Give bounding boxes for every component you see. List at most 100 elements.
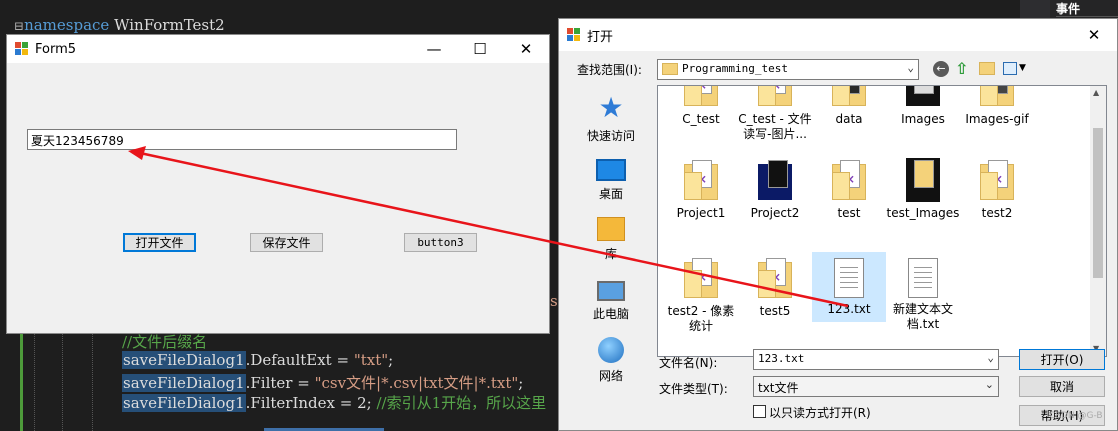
chevron-down-icon: ⌄ — [987, 351, 994, 364]
new-folder-icon[interactable] — [979, 62, 995, 75]
code-fragment: s — [550, 292, 558, 310]
computer-icon — [597, 281, 625, 301]
folder-item[interactable]: data — [812, 86, 886, 127]
folder-item[interactable]: ⨯ test2 — [960, 158, 1034, 221]
dialog-close-button[interactable]: ✕ — [1071, 21, 1117, 49]
code-text: .Filter = — [245, 374, 315, 392]
form5-window: Form5 — ☐ ✕ 夏天123456789 打开文件 保存文件 button… — [6, 34, 550, 334]
file-name: test — [837, 206, 861, 220]
folder-icon — [662, 63, 678, 75]
filetype-combo[interactable]: txt文件 ⌄ — [753, 376, 999, 397]
file-list-scrollbar[interactable]: ▲ ▼ — [1090, 86, 1106, 356]
folder-icon: ⨯ — [832, 158, 866, 202]
form-app-icon — [15, 42, 29, 56]
folder-item[interactable]: Images-gif — [960, 86, 1034, 127]
maximize-button[interactable]: ☐ — [457, 35, 503, 63]
filetype-value: txt文件 — [758, 381, 799, 395]
back-icon[interactable]: ← — [933, 61, 949, 77]
form5-titlebar: Form5 — ☐ ✕ — [7, 35, 549, 63]
file-name: Project2 — [750, 206, 800, 220]
place-this-pc[interactable]: 此电脑 — [569, 275, 653, 322]
events-tab[interactable]: 事件 — [1056, 0, 1080, 17]
panel-divider — [1056, 16, 1118, 17]
code-text: ; — [388, 351, 394, 369]
desktop-icon — [596, 159, 626, 181]
place-quick-access[interactable]: ★ 快速访问 — [569, 93, 653, 144]
file-name: C_test — [682, 112, 720, 126]
cancel-button[interactable]: 取消 — [1019, 376, 1105, 397]
file-name: Images — [901, 112, 945, 126]
close-button[interactable]: ✕ — [503, 35, 549, 63]
folder-item[interactable]: test_Images — [886, 158, 960, 221]
folder-icon: ⨯ — [684, 256, 718, 300]
folder-icon: ⨯ — [684, 158, 718, 202]
button3[interactable]: button3 — [404, 233, 477, 252]
folder-item[interactable]: ⨯ test5 — [738, 256, 812, 319]
file-name: test_Images — [886, 206, 960, 220]
open-button[interactable]: 打开(O) — [1019, 349, 1105, 370]
lookin-combo[interactable]: Programming_test ⌄ — [657, 59, 919, 80]
folder-item[interactable]: ⨯ C_test - 文件读写-图片... — [738, 86, 812, 142]
filename-value: 123.txt — [758, 352, 805, 365]
file-list[interactable]: ⨯ C_test ⨯ C_test - 文件读写-图片... data Imag… — [657, 85, 1107, 357]
file-name: test2 — [981, 206, 1013, 220]
view-menu-chevron-icon[interactable]: ▼ — [1019, 63, 1026, 73]
file-name: test2 - 像素统计 — [667, 304, 735, 333]
view-menu-icon[interactable] — [1003, 62, 1017, 75]
file-name: Images-gif — [965, 112, 1029, 126]
folder-item[interactable]: ⨯ test — [812, 158, 886, 221]
file-name: 新建文本文档.txt — [892, 302, 953, 331]
folder-item[interactable]: ⨯ test2 - 像素统计 — [664, 256, 738, 334]
code-identifier: saveFileDialog1 — [122, 351, 246, 369]
lookin-value: Programming_test — [682, 62, 788, 75]
filename-combo[interactable]: 123.txt ⌄ — [753, 349, 999, 370]
minimize-button[interactable]: — — [411, 35, 457, 63]
filetype-label: 文件类型(T): — [659, 382, 728, 396]
file-name: 123.txt — [827, 302, 871, 316]
folder-item[interactable]: ⨯ Project1 — [664, 158, 738, 221]
readonly-checkbox[interactable] — [753, 405, 766, 418]
readonly-label: 以只读方式打开(R) — [769, 406, 871, 420]
file-name: C_test - 文件读写-图片... — [738, 112, 812, 141]
folder-icon: ⨯ — [980, 158, 1014, 202]
change-bar — [20, 334, 23, 431]
folder-item[interactable]: ⨯ C_test — [664, 86, 738, 127]
code-text: ; — [518, 374, 524, 392]
dialog-titlebar: 打开 ✕ — [559, 19, 1117, 51]
selected-file-item[interactable]: 123.txt — [812, 252, 886, 322]
lookin-label: 查找范围(I): — [577, 63, 642, 77]
folder-icon — [906, 158, 940, 202]
file-name: data — [835, 112, 863, 126]
file-item[interactable]: 新建文本文档.txt — [886, 256, 960, 332]
place-network[interactable]: 网络 — [569, 337, 653, 384]
folder-icon: ⨯ — [684, 86, 718, 108]
filename-label: 文件名(N): — [659, 356, 718, 370]
code-identifier: saveFileDialog1 — [122, 374, 246, 392]
code-line-filter: saveFileDialog1.Filter = "csv文件|*.csv|tx… — [122, 372, 523, 393]
folder-icon — [832, 86, 866, 108]
place-label: 库 — [604, 247, 617, 261]
code-comment: //文件后缀名 — [122, 333, 208, 351]
save-file-button[interactable]: 保存文件 — [250, 233, 323, 252]
code-comment: //索引从1开始，所以这里 — [376, 394, 547, 412]
open-file-dialog: 打开 ✕ 查找范围(I): Programming_test ⌄ ← ⇧ ▼ ★… — [558, 18, 1118, 431]
scrollbar-thumb[interactable] — [1093, 128, 1103, 278]
up-folder-icon[interactable]: ⇧ — [955, 59, 968, 78]
folder-icon: ⨯ — [758, 86, 792, 108]
place-label: 桌面 — [598, 187, 623, 201]
star-icon: ★ — [598, 91, 624, 124]
text-input[interactable]: 夏天123456789 — [27, 129, 457, 150]
open-file-button[interactable]: 打开文件 — [123, 233, 196, 252]
folder-item[interactable]: Project2 — [738, 158, 812, 221]
folder-icon: ⨯ — [758, 256, 792, 300]
places-bar: ★ 快速访问 桌面 库 此电脑 网络 — [569, 85, 653, 405]
scroll-up-icon[interactable]: ▲ — [1093, 88, 1099, 97]
keyword-namespace: namespace — [24, 16, 110, 34]
folder-icon — [906, 86, 940, 108]
folder-item[interactable]: Images — [886, 86, 960, 127]
dialog-title: 打开 — [587, 29, 614, 45]
text-file-icon — [834, 258, 864, 298]
place-desktop[interactable]: 桌面 — [569, 155, 653, 202]
place-library[interactable]: 库 — [569, 215, 653, 262]
place-label: 网络 — [598, 369, 623, 383]
